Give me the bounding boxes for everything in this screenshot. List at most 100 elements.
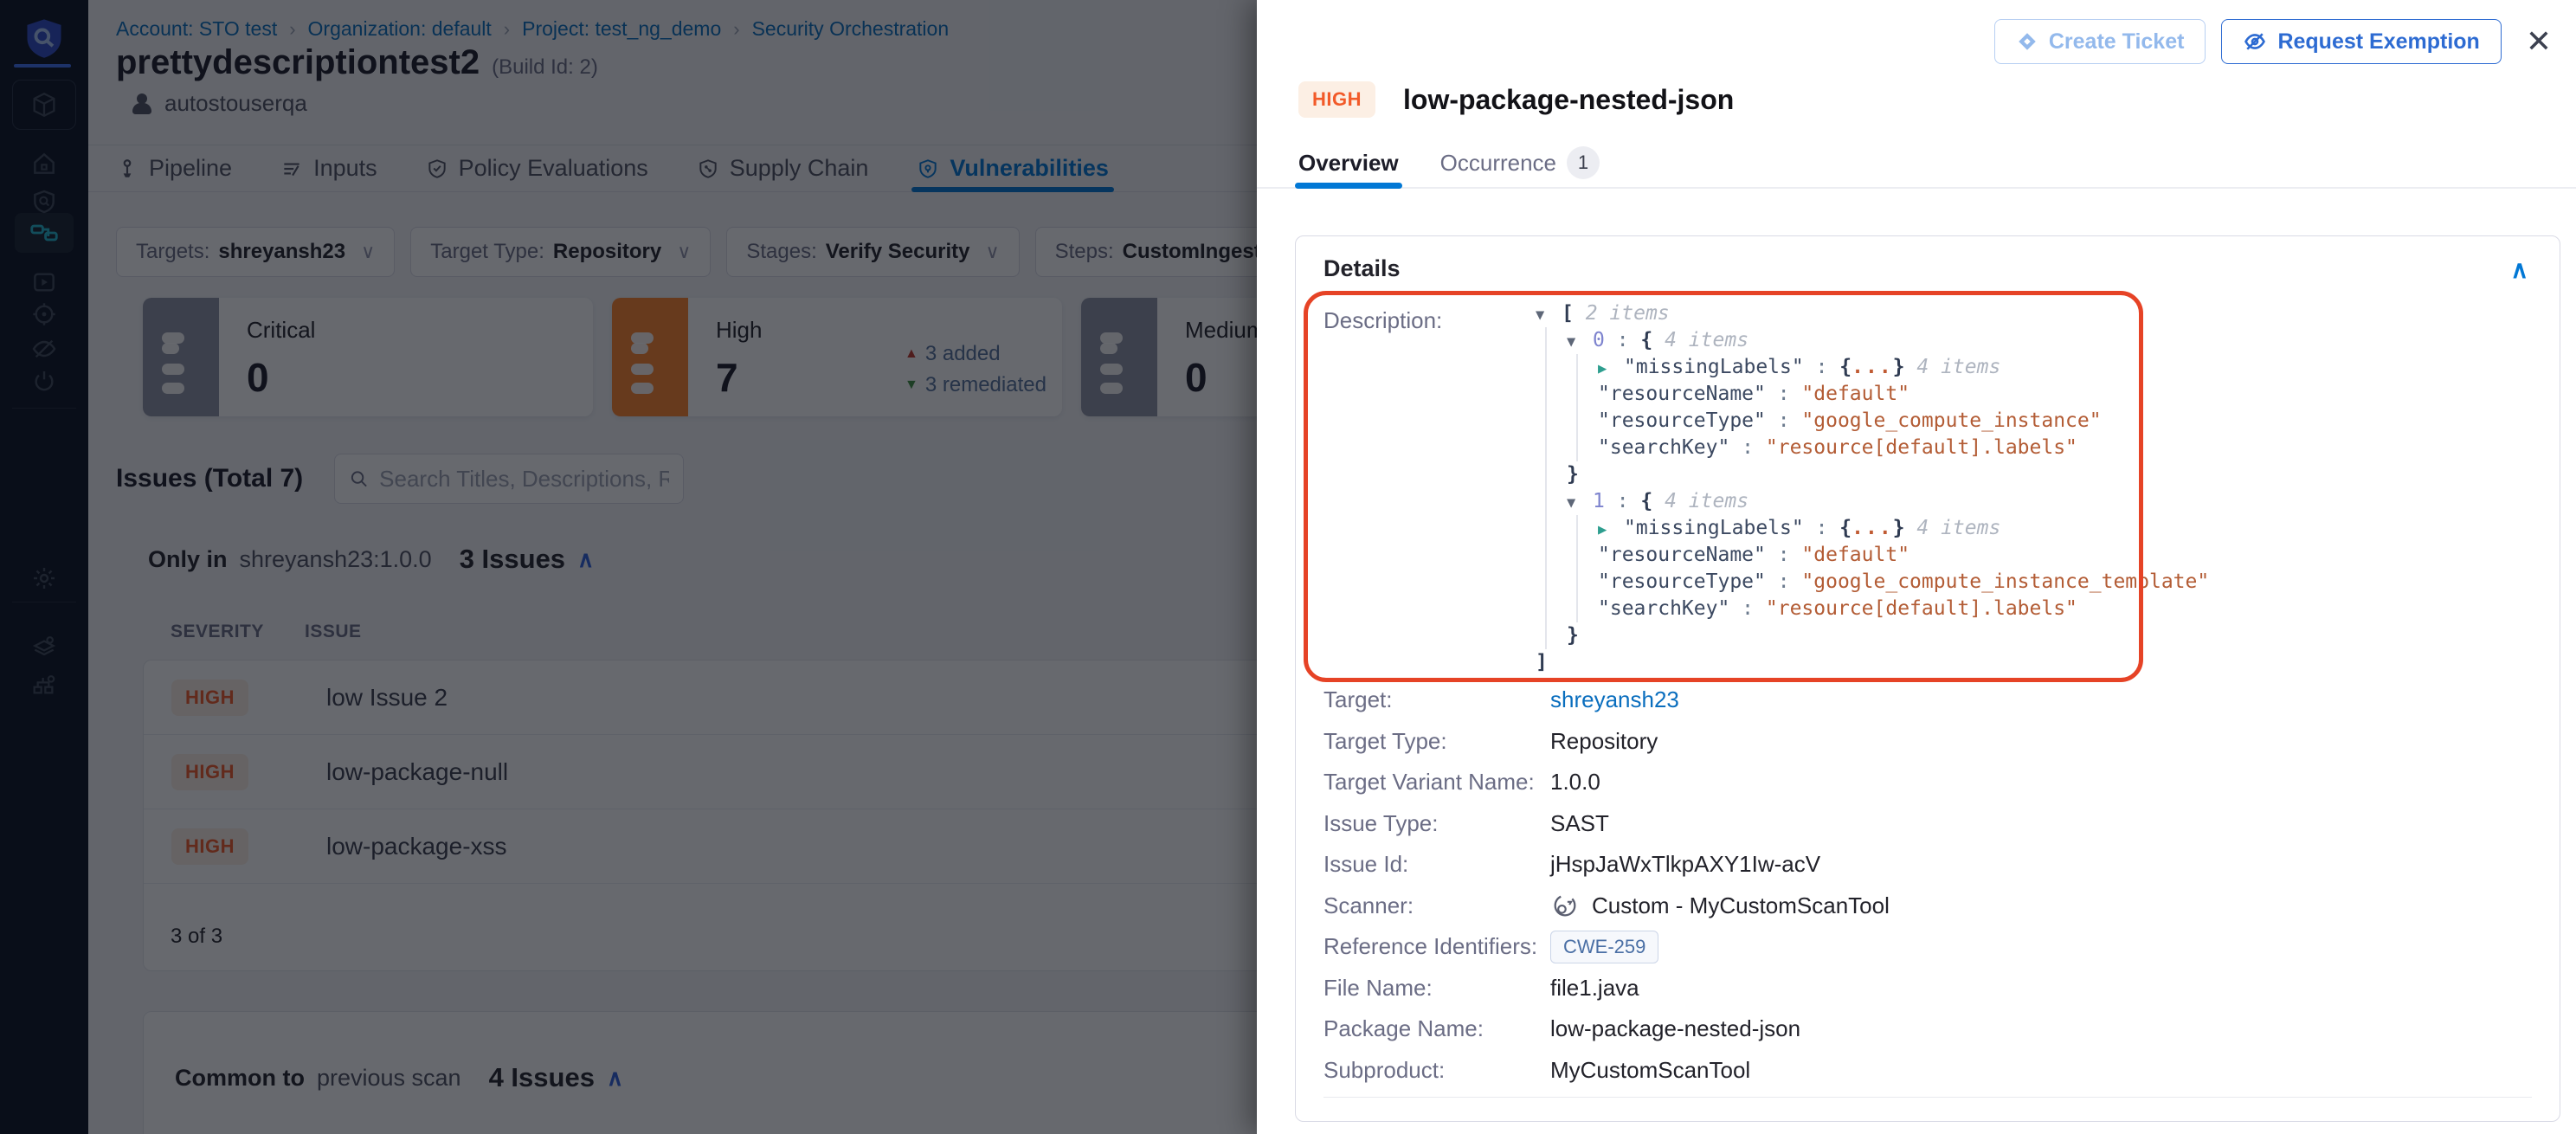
detail-row-referenceidentifiers: Reference Identifiers:CWE-259 [1323,926,2532,968]
json-line: ] [1536,649,2209,676]
json-token-it: 2 items [1586,302,1670,325]
json-collapse-icon[interactable]: ▼ [1567,490,1593,517]
json-token-dot: ... [1852,517,1893,539]
json-token-col: : [1804,356,1840,378]
detail-value: 1.0.0 [1550,769,1600,796]
description-json-viewer: ▼[ 2 items▼0 : { 4 items▶"missingLabels"… [1536,300,2209,676]
json-token-it: 4 items [1916,356,2000,378]
json-token-col: : [1766,570,1802,593]
detail-label: Target Variant Name: [1323,769,1550,796]
detail-label: Target Type: [1323,728,1550,755]
json-token-idx: 0 [1593,329,1605,351]
occurrence-count-badge: 1 [1567,146,1600,179]
drawer-tab-label: Overview [1298,150,1399,177]
drawer-tab-label: Occurrence [1440,150,1556,177]
json-token-br: { [1839,356,1852,378]
detail-label: Scanner: [1323,892,1550,919]
close-drawer-icon[interactable]: ✕ [2517,23,2560,60]
scanner-icon [1550,891,1580,920]
json-token-str: "default" [1801,544,1909,566]
detail-row-target: Target:shreyansh23 [1323,680,2532,721]
request-exemption-button[interactable]: Request Exemption [2221,19,2501,64]
json-line: "searchKey" : "resource[default].labels" [1536,435,2209,461]
json-token-key: "resourceType" [1598,570,1766,593]
drawer-tab-occurrence[interactable]: Occurrence 1 [1440,139,1600,187]
cwe-reference-badge[interactable]: CWE-259 [1550,931,1658,963]
json-line: "resourceType" : "google_compute_instanc… [1536,408,2209,435]
json-token-br: } [1893,517,1917,539]
detail-row-packagename: Package Name:low-package-nested-json [1323,1008,2532,1050]
detail-label: Target: [1323,686,1550,713]
target-link[interactable]: shreyansh23 [1550,686,1679,713]
json-token-col: : [1729,436,1766,459]
detail-row-issueid: Issue Id:jHspJaWxTlkpAXY1Iw-acV [1323,844,2532,886]
exemption-eye-slash-icon [2243,29,2267,54]
detail-row-subproduct: Subproduct:MyCustomScanTool [1323,1050,2532,1092]
json-token-col: : [1605,329,1641,351]
json-line: "resourceName" : "default" [1536,542,2209,569]
json-token-str: "google_compute_instance" [1801,409,2101,432]
details-card: Details ∧ Description: ▼[ 2 items▼0 : { … [1295,235,2560,1122]
json-line: ▼0 : { 4 items [1536,327,2209,354]
json-token-br: } [1567,463,1579,486]
details-divider [1323,1097,2532,1098]
drawer-tabs-bar: Overview Occurrence 1 [1257,139,2576,189]
json-token-br: } [1567,624,1579,647]
json-line: ▼1 : { 4 items [1536,488,2209,515]
detail-value: SAST [1550,810,1609,837]
json-indent-guide [1545,327,1547,649]
details-heading: Details [1323,255,1401,282]
drawer-tab-overview[interactable]: Overview [1298,139,1399,187]
detail-label: Issue Type: [1323,810,1550,837]
json-token-key: "searchKey" [1598,436,1729,459]
json-collapse-icon[interactable]: ▼ [1536,302,1562,329]
detail-row-filename: File Name:file1.java [1323,968,2532,1009]
json-expand-icon[interactable]: ▶ [1598,517,1624,544]
detail-value: jHspJaWxTlkpAXY1Iw-acV [1550,851,1820,878]
json-indent-guide [1576,515,1578,622]
detail-value: file1.java [1550,975,1639,1002]
ticket-diamond-icon [2016,30,2038,53]
severity-badge: HIGH [1298,81,1375,118]
json-token-br: } [1893,356,1917,378]
detail-label: Issue Id: [1323,851,1550,878]
json-token-key: "missingLabels" [1624,517,1804,539]
json-line: } [1536,622,2209,649]
json-token-br: { [1640,490,1665,512]
detail-row-issuetype: Issue Type:SAST [1323,803,2532,845]
detail-value: Custom - MyCustomScanTool [1592,892,1890,919]
detail-value: MyCustomScanTool [1550,1057,1750,1084]
json-token-key: "searchKey" [1598,597,1729,620]
json-line: ▼[ 2 items [1536,300,2209,327]
json-token-br: [ [1562,302,1586,325]
json-expand-icon[interactable]: ▶ [1598,356,1624,383]
description-label: Description: [1323,307,1442,334]
json-token-it: 4 items [1665,329,1748,351]
modal-dim-overlay[interactable] [0,0,1257,1134]
detail-row-scanner: Scanner: Custom - MyCustomScanTool [1323,886,2532,927]
json-line: "searchKey" : "resource[default].labels" [1536,596,2209,622]
json-line: ▶"missingLabels" : {...} 4 items [1536,515,2209,542]
create-ticket-button[interactable]: Create Ticket [1994,19,2206,64]
detail-label: Reference Identifiers: [1323,933,1550,960]
json-indent-guide [1576,354,1578,461]
collapse-chevron-icon[interactable]: ∧ [2511,255,2529,284]
json-token-str: "default" [1801,383,1909,405]
json-collapse-icon[interactable]: ▼ [1567,329,1593,356]
json-token-col: : [1605,490,1641,512]
request-exemption-label: Request Exemption [2277,29,2479,55]
issue-detail-drawer: Create Ticket Request Exemption ✕ HIGH l… [1257,0,2576,1134]
detail-label: Subproduct: [1323,1057,1550,1084]
json-token-col: : [1766,544,1802,566]
detail-value: low-package-nested-json [1550,1015,1800,1042]
json-token-br: { [1839,517,1852,539]
json-token-col: : [1766,409,1802,432]
json-token-key: "resourceName" [1598,383,1766,405]
create-ticket-label: Create Ticket [2049,29,2185,55]
json-token-str: "resource[default].labels" [1766,597,2077,620]
json-token-key: "missingLabels" [1624,356,1804,378]
json-token-col: : [1729,597,1766,620]
json-line: } [1536,461,2209,488]
json-token-idx: 1 [1593,490,1605,512]
json-token-key: "resourceType" [1598,409,1766,432]
